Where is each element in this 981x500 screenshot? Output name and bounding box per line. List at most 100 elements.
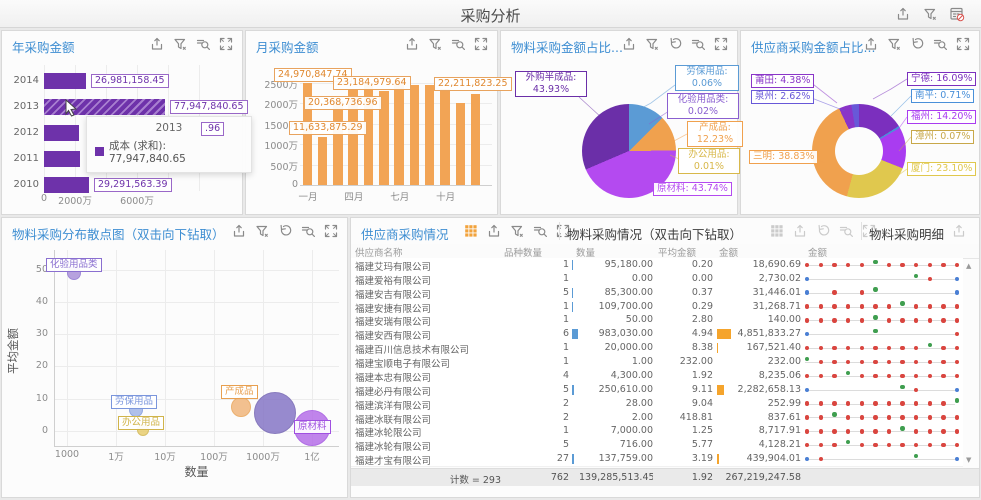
spark-dot <box>887 318 891 322</box>
bar-value-callout: 22,211,823.25 <box>434 77 512 91</box>
qty-databar <box>572 385 574 395</box>
spark-dot <box>900 263 904 267</box>
spark-dot <box>941 429 945 433</box>
spark-dot <box>832 346 836 350</box>
table-row[interactable]: 福建冰轮限公司17,000.001.258,717.91 <box>351 424 963 439</box>
cell-variety: 2 <box>501 398 569 409</box>
cell-amount: 8,235.06 <box>719 370 801 381</box>
cell-qty: 20,000.00 <box>579 342 653 353</box>
cell-avg: 232.00 <box>657 356 713 367</box>
spark-dot <box>846 360 850 364</box>
summary-count: 计数 = 293 <box>391 472 501 486</box>
spark-dot <box>941 374 945 378</box>
spark-dot <box>955 290 959 294</box>
spark-dot <box>873 346 877 350</box>
cell-amount: 31,446.01 <box>719 287 801 298</box>
table-row[interactable]: 福建安瑞有限公司150.002.80140.00 <box>351 313 963 328</box>
y-axis-tick: 20 <box>28 360 48 371</box>
donut-slice-label-三明: 三明: 38.83% <box>749 150 818 164</box>
year-bar-2013[interactable] <box>44 99 165 115</box>
amount-sparkline <box>803 355 963 369</box>
spark-dot <box>832 401 836 405</box>
spark-dot <box>805 374 809 378</box>
spark-dot <box>805 304 809 308</box>
table-row[interactable]: 福建冰联有限公司22.00418.81837.61 <box>351 411 963 426</box>
month-bar-七月[interactable] <box>394 80 404 185</box>
month-bar-十月[interactable] <box>440 89 450 185</box>
sparkline-axis <box>805 390 955 391</box>
cell-qty: 0.00 <box>579 273 653 284</box>
year-category-label: 2010 <box>2 179 39 190</box>
spark-dot <box>846 401 850 405</box>
x-axis-tick: 100万 <box>192 449 236 463</box>
export-icon[interactable] <box>895 6 911 22</box>
table-row[interactable]: 福建宝顺电子有限公司11.00232.00232.00 <box>351 355 963 370</box>
table-row[interactable]: 福建艾玛有限公司195,180.000.2018,690.69 <box>351 258 963 273</box>
calendar-icon[interactable] <box>949 6 965 22</box>
scatter-x-axis-label: 数量 <box>54 463 339 480</box>
spark-dot <box>873 374 877 378</box>
panel-year-procurement: 年采购金额 02000万6000万201426,981,158.45201377… <box>1 30 243 215</box>
month-bar-三月[interactable] <box>333 101 343 185</box>
table-row[interactable]: 福建冰轮有限公司5716.005.774,128.21 <box>351 438 963 453</box>
spark-dot <box>955 318 959 322</box>
cell-qty: 250,610.00 <box>579 384 653 395</box>
spark-dot <box>832 443 836 447</box>
table-row[interactable]: 福建安捷有限公司1109,700.000.2931,268.71 <box>351 300 963 315</box>
qty-databar <box>572 302 573 312</box>
cell-avg: 4.94 <box>657 328 713 339</box>
x-axis-line <box>54 446 339 447</box>
year-bar-2010[interactable] <box>44 177 89 193</box>
spark-dot <box>955 443 959 447</box>
spark-dot <box>941 346 945 350</box>
table-row[interactable]: 福建滨洋有限公司228.009.04252.99 <box>351 397 963 412</box>
table-row[interactable]: 福建安西有限公司6983,030.004.944,851,833.27 <box>351 327 963 342</box>
cell-avg: 1.92 <box>657 370 713 381</box>
sparkline-axis <box>805 376 955 377</box>
donut-slice-label-南平: 南平: 0.71% <box>911 89 974 103</box>
table-row[interactable]: 福建爱裕有限公司10.000.002,730.02 <box>351 272 963 287</box>
cell-variety: 1 <box>501 342 569 353</box>
year-category-label: 2012 <box>2 127 39 138</box>
spark-dot <box>900 318 904 322</box>
table-row[interactable]: 福建必丹有限公司5250,610.009.112,282,658.13 <box>351 383 963 398</box>
y-axis-tick: 2000万 <box>254 97 298 111</box>
scroll-up-arrow[interactable]: ▲ <box>966 262 971 270</box>
bubble-产成品[interactable] <box>231 397 251 417</box>
table-row[interactable]: 福建本忠有限公司44,300.001.928,235.06 <box>351 369 963 384</box>
sparkline-axis <box>805 445 955 446</box>
titlebar-icons <box>895 6 965 22</box>
spark-dot <box>955 332 959 336</box>
cell-variety: 1 <box>501 273 569 284</box>
material-pie-chart: 外购半成品: 43.93%劳保用品: 0.06%化验用品类: 0.02%产成品:… <box>501 31 737 214</box>
cell-qty: 137,759.00 <box>579 453 653 464</box>
month-bar-十一月[interactable] <box>456 103 466 185</box>
panel-material-share: 物料采购金额占比... 外购半成品: 43.93%劳保用品: 0.06%化验用品… <box>500 30 738 215</box>
sparkline-axis <box>805 265 955 266</box>
month-bar-二月[interactable] <box>318 137 328 185</box>
spark-dot <box>832 429 836 433</box>
year-bar-2011[interactable] <box>44 151 80 167</box>
spark-dot <box>805 415 809 419</box>
table-row[interactable]: 福建安吉有限公司585,300.000.3731,446.01 <box>351 286 963 301</box>
x-axis-tick: 10万 <box>143 449 187 463</box>
cell-amount: 439,904.01 <box>719 453 801 464</box>
spark-dot <box>955 263 959 267</box>
cell-avg: 8.38 <box>657 342 713 353</box>
year-bar-2012[interactable] <box>44 125 79 141</box>
cell-variety: 27 <box>501 453 569 464</box>
month-bar-十二月[interactable] <box>471 94 481 185</box>
table-row[interactable]: 福建百川信息技术有限公司120,000.008.38167,521.40 <box>351 341 963 356</box>
scroll-down-arrow[interactable]: ▼ <box>966 456 971 464</box>
donut-slice-label-莆田: 莆田: 4.38% <box>751 74 814 88</box>
year-bar-2014[interactable] <box>44 73 86 89</box>
bubble-外购半成品[interactable] <box>254 392 296 434</box>
cell-variety: 1 <box>501 301 569 312</box>
donut-slice-label-泉州: 泉州: 2.62% <box>751 90 814 104</box>
month-bar-八月[interactable] <box>410 85 420 185</box>
sparkline-axis <box>805 293 955 294</box>
material-bubble-chart: 100001万1010万20100万301000万401亿50化验用品类劳保用品… <box>2 218 347 497</box>
month-bar-九月[interactable] <box>425 85 435 185</box>
table-row[interactable]: 福建才宝有限公司27137,759.003.19439,904.01 <box>351 452 963 467</box>
filter-icon[interactable] <box>922 6 938 22</box>
